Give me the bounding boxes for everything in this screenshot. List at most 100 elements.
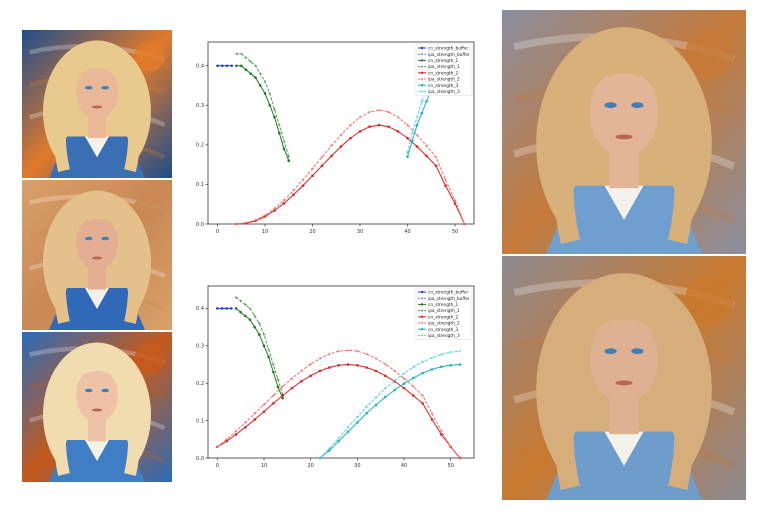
portrait-art bbox=[502, 10, 746, 254]
data-point bbox=[244, 426, 247, 429]
data-point bbox=[262, 344, 266, 348]
data-point bbox=[281, 394, 284, 397]
legend-marker bbox=[420, 46, 424, 50]
data-point bbox=[430, 418, 434, 421]
data-point bbox=[420, 111, 424, 115]
legend-label: cn_strength_1 bbox=[428, 302, 458, 308]
y-tick-label: 0.1 bbox=[196, 182, 204, 188]
legend-label: cn_strength_3 bbox=[428, 327, 458, 333]
data-point bbox=[346, 430, 350, 434]
data-point bbox=[384, 395, 387, 399]
data-point bbox=[216, 307, 219, 310]
data-point bbox=[272, 370, 275, 374]
legend-marker bbox=[420, 315, 424, 318]
legend-label: ipa_strength_3 bbox=[428, 333, 460, 339]
data-point bbox=[311, 174, 314, 178]
x-tick-label: 20 bbox=[309, 229, 315, 235]
portrait-art bbox=[22, 30, 172, 178]
data-point bbox=[248, 318, 252, 321]
data-point bbox=[282, 202, 286, 205]
portrait-large-1 bbox=[502, 10, 746, 254]
legend-label: ipa_strength_2 bbox=[428, 321, 460, 327]
data-point bbox=[337, 439, 340, 443]
legend-label: cn_strength_buffer bbox=[428, 46, 469, 52]
data-point bbox=[410, 139, 414, 143]
legend-marker bbox=[420, 290, 424, 294]
legend-label: ipa_strength_1 bbox=[428, 308, 460, 314]
data-point bbox=[258, 84, 262, 87]
data-point bbox=[287, 159, 291, 162]
portrait-large-2 bbox=[502, 256, 746, 500]
data-point bbox=[458, 363, 462, 366]
x-tick-label: 30 bbox=[354, 463, 360, 469]
data-point bbox=[430, 368, 434, 371]
data-point bbox=[330, 154, 333, 158]
data-point bbox=[402, 382, 406, 385]
data-point bbox=[402, 386, 406, 390]
x-tick-label: 20 bbox=[307, 463, 313, 469]
data-point bbox=[292, 193, 295, 197]
legend-marker bbox=[420, 59, 424, 62]
portrait-art bbox=[22, 180, 172, 330]
x-tick-label: 40 bbox=[404, 229, 410, 235]
data-point bbox=[282, 147, 286, 151]
portrait-art bbox=[22, 332, 172, 482]
chart-svg: 0 10 20 30 40 50 0.0 0.1 0.2 0.3 0.4 cn_strength_bu… bbox=[196, 41, 475, 235]
data-point bbox=[377, 123, 381, 127]
legend-label: ipa_strength_buffer bbox=[428, 52, 470, 58]
x-tick-label: 0 bbox=[216, 229, 219, 235]
data-point bbox=[244, 314, 247, 318]
data-point bbox=[421, 402, 424, 405]
data-point bbox=[356, 363, 359, 367]
legend-label: cn_strength_3 bbox=[428, 83, 458, 89]
legend-marker bbox=[420, 303, 424, 306]
x-tick-label: 50 bbox=[447, 463, 453, 469]
legend-marker bbox=[420, 71, 424, 74]
legend-label: cn_strength_2 bbox=[428, 70, 458, 76]
data-point bbox=[300, 380, 303, 383]
data-point bbox=[356, 421, 359, 424]
data-point bbox=[440, 365, 443, 369]
data-point bbox=[365, 411, 368, 415]
data-point bbox=[309, 374, 312, 378]
data-point bbox=[434, 164, 438, 168]
data-point bbox=[268, 104, 272, 107]
data-point bbox=[253, 418, 256, 421]
data-point bbox=[387, 125, 390, 128]
data-point bbox=[220, 64, 224, 68]
data-point bbox=[415, 145, 419, 148]
x-tick-label: 30 bbox=[357, 229, 363, 235]
data-point bbox=[230, 307, 233, 310]
data-point bbox=[374, 369, 378, 373]
legend-label: cn_strength_buffer bbox=[428, 290, 469, 296]
data-point bbox=[239, 310, 242, 314]
y-tick-label: 0.3 bbox=[196, 344, 204, 350]
data-point bbox=[406, 136, 409, 140]
data-point bbox=[220, 307, 224, 310]
portrait-thumbnail-1 bbox=[22, 30, 172, 178]
data-point bbox=[365, 366, 368, 369]
legend-label: cn_strength_2 bbox=[428, 314, 458, 320]
y-tick-label: 0.0 bbox=[196, 222, 204, 228]
data-point bbox=[412, 376, 415, 380]
data-point bbox=[225, 64, 229, 68]
x-tick-label: 0 bbox=[216, 463, 219, 469]
y-tick-label: 0.3 bbox=[196, 103, 204, 109]
data-point bbox=[216, 64, 219, 68]
x-tick-label: 10 bbox=[261, 463, 267, 469]
data-point bbox=[258, 333, 261, 336]
data-point bbox=[290, 386, 294, 390]
legend-marker bbox=[420, 328, 424, 331]
data-point bbox=[254, 76, 257, 79]
data-point bbox=[276, 385, 280, 389]
data-point bbox=[281, 396, 284, 400]
data-point bbox=[239, 64, 243, 68]
legend-label: ipa_strength_3 bbox=[428, 89, 460, 95]
portrait-thumbnail-2 bbox=[22, 180, 172, 330]
x-tick-label: 40 bbox=[401, 463, 407, 469]
legend-label: ipa_strength_2 bbox=[428, 77, 460, 83]
x-tick-label: 10 bbox=[262, 229, 268, 235]
y-tick-label: 0.4 bbox=[196, 306, 204, 312]
legend-marker bbox=[420, 84, 424, 87]
legend-label: ipa_strength_1 bbox=[428, 64, 460, 70]
